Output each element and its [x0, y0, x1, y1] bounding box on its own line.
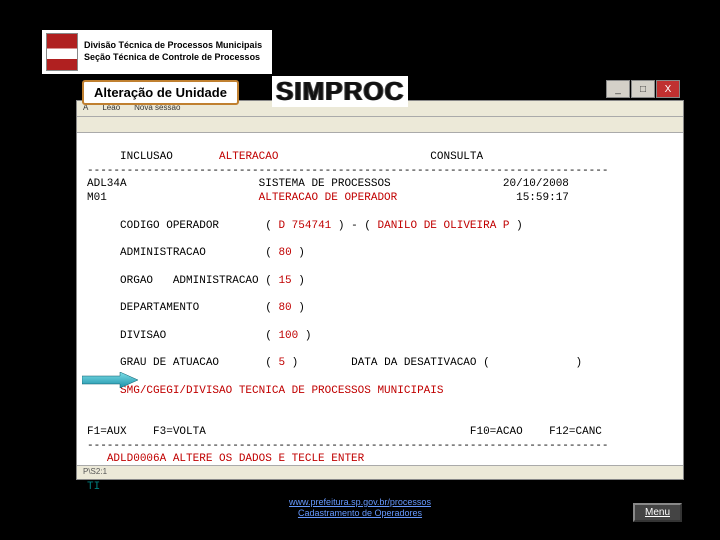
- row-fkeys: F1=AUX F3=VOLTA F10=ACAO F12=CANC: [87, 426, 602, 438]
- row-info1: ADL34A SISTEMA DE PROCESSOS 20/10/2008: [87, 178, 569, 190]
- app-title: SIMPROC: [272, 76, 408, 107]
- footer-link-cadastro[interactable]: Cadastramento de Operadores: [0, 508, 720, 520]
- org-line2: Seção Técnica de Controle de Processos: [84, 52, 262, 64]
- row-orgao: ORGAO ADMINISTRACAO ( 15 ): [87, 275, 305, 287]
- row-dash2: ----------------------------------------…: [87, 440, 609, 452]
- window-controls: _ □ X: [605, 80, 680, 100]
- row-divisao: DIVISAO ( 100 ): [87, 330, 311, 342]
- callout-arrow-icon: [82, 372, 138, 388]
- row-codigo: CODIGO OPERADOR ( D 754741 ) - ( DANILO …: [87, 220, 523, 232]
- row-admin: ADMINISTRACAO ( 80 ): [87, 247, 305, 259]
- status-bar: P\S2:1: [77, 465, 683, 479]
- menu-button[interactable]: Menu: [633, 503, 682, 522]
- row-bottom: TI » 0 9,31: [87, 481, 496, 493]
- minimize-button[interactable]: _: [606, 80, 630, 98]
- row-depto: DEPARTAMENTO ( 80 ): [87, 302, 305, 314]
- maximize-button[interactable]: □: [631, 80, 655, 98]
- status-text: P\S2:1: [83, 467, 107, 476]
- footer-links: www.prefeitura.sp.gov.br/processos Cadas…: [0, 497, 720, 520]
- row-msg: ADLD0006A ALTERE OS DADOS E TECLE ENTER: [87, 453, 364, 465]
- row-grau: GRAU DE ATUACAO ( 5 ) DATA DA DESATIVACA…: [87, 357, 582, 369]
- terminal-window: A Leão Nova sessão INCLUSAO ALTERACAO CO…: [76, 100, 684, 480]
- row-modes: INCLUSAO ALTERACAO CONSULTA: [87, 151, 483, 163]
- city-crest-icon: [46, 33, 78, 71]
- row-dash: ----------------------------------------…: [87, 165, 609, 177]
- org-line1: Divisão Técnica de Processos Municipais: [84, 40, 262, 52]
- footer-link-url[interactable]: www.prefeitura.sp.gov.br/processos: [0, 497, 720, 509]
- row-path: SMG/CGEGI/DIVISAO TECNICA DE PROCESSOS M…: [87, 385, 443, 397]
- tool-bar[interactable]: [77, 117, 683, 133]
- org-header: Divisão Técnica de Processos Municipais …: [42, 30, 272, 74]
- row-info2: M01 ALTERACAO DE OPERADOR 15:59:17: [87, 192, 569, 204]
- org-title-block: Divisão Técnica de Processos Municipais …: [84, 40, 262, 63]
- screen-badge: Alteração de Unidade: [82, 80, 239, 105]
- close-button[interactable]: X: [656, 80, 680, 98]
- terminal-area[interactable]: INCLUSAO ALTERACAO CONSULTA ------------…: [77, 133, 683, 513]
